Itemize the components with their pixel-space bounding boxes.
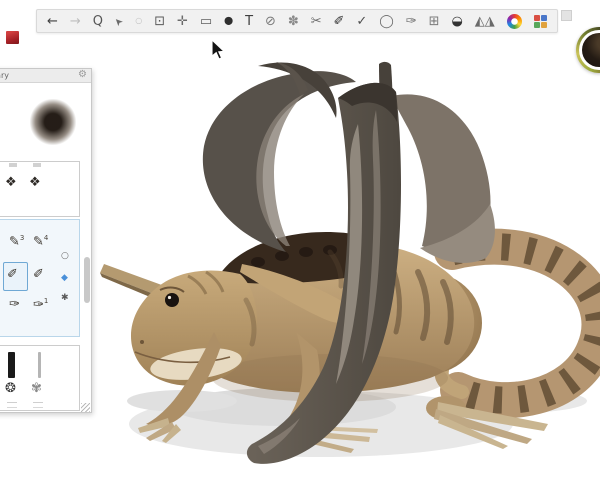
airbrush-selected[interactable]: ✐ [7, 268, 18, 281]
app-window: ← → Q ➤ ○ ⊡ ✛ ▭ ⬤ T ⊘ ✽ ✂ ✐ ✓ ◯ ✑ ⊞ ◒ ◭◮ Library ⚙ ❖ ❖ ✎3 ✎… [0, 0, 600, 500]
panel-title: Library [0, 71, 9, 80]
zoom-icon[interactable]: Q [93, 15, 103, 28]
fill-lasso-icon[interactable]: ⬤ [224, 17, 233, 25]
text-icon[interactable]: T [245, 15, 253, 28]
transform-move-icon[interactable]: ✛ [177, 15, 188, 28]
brush-group-2-selected: ✎3 ✎4 ✐ ✐ ✑ ✑1 ○ ◆ ✱ [0, 219, 80, 337]
cut-icon[interactable]: ✂ [311, 15, 322, 28]
dot-icon[interactable]: ○ [135, 17, 142, 25]
marquee-rect-icon[interactable]: ▭ [200, 15, 212, 28]
symmetry-triangles-icon[interactable]: ◭◮ [475, 15, 495, 28]
faint-label-mark [7, 402, 17, 408]
eraser-icon[interactable]: ⊘ [265, 15, 276, 28]
crop-icon[interactable]: ⊡ [154, 15, 165, 28]
mini-gear-icon[interactable]: ✱ [61, 294, 69, 303]
brush-stroke-preview [30, 99, 76, 145]
pen-icon[interactable]: ✑ [406, 15, 417, 28]
panel-scrollbar-thumb[interactable] [84, 257, 90, 303]
redo-icon[interactable]: → [70, 15, 81, 28]
toolbar-corner-tab[interactable] [561, 10, 572, 21]
panel-header[interactable]: Library ⚙ [0, 69, 91, 83]
polyline-icon[interactable]: ✓ [356, 15, 367, 28]
brush-library-panel: Library ⚙ ❖ ❖ ✎3 ✎4 ✐ ✐ ✑ ✑1 ○ ◆ ✱ [0, 68, 92, 413]
brush-group-1: ❖ ❖ [0, 161, 80, 217]
red-indicator-square[interactable] [6, 31, 19, 44]
mini-diamond-icon[interactable]: ◆ [61, 274, 68, 283]
brush-stamp-icon[interactable]: ❖ [5, 176, 17, 189]
clipped-brush-icon [9, 163, 17, 167]
main-toolbar: ← → Q ➤ ○ ⊡ ✛ ▭ ⬤ T ⊘ ✽ ✂ ✐ ✓ ◯ ✑ ⊞ ◒ ◭◮ [36, 9, 558, 33]
mouse-cursor [211, 39, 227, 65]
texture-flower-icon[interactable]: ✾ [31, 382, 42, 395]
pencil-4-brush[interactable]: ✎4 [33, 235, 48, 248]
paint-brush-1[interactable]: ✑ [9, 298, 20, 311]
brush-group-3: ❂ ✾ [0, 345, 80, 411]
clipped-brush-icon [33, 163, 41, 167]
brush-stamp-icon[interactable]: ❖ [29, 176, 41, 189]
palette-grid-icon[interactable] [534, 15, 547, 28]
paint-brush-2[interactable]: ✑1 [33, 298, 48, 311]
airbrush-2[interactable]: ✐ [33, 268, 44, 281]
mini-circle-icon[interactable]: ○ [61, 252, 69, 261]
ellipse-icon[interactable]: ◯ [379, 15, 394, 28]
undo-icon[interactable]: ← [47, 15, 58, 28]
panel-resize-grip[interactable] [81, 403, 90, 412]
panel-settings-gear-icon[interactable]: ⚙ [78, 70, 87, 80]
brush-icon[interactable]: ✐ [334, 15, 345, 28]
thin-stroke-swatch[interactable] [38, 352, 41, 378]
bucket-fill-icon[interactable]: ◒ [452, 15, 463, 28]
select-cursor-icon[interactable]: ➤ [113, 14, 126, 27]
pattern-flower-icon[interactable]: ✽ [288, 15, 299, 28]
texture-gear-icon[interactable]: ❂ [5, 382, 16, 395]
solid-stroke-swatch[interactable] [8, 352, 15, 378]
pencil-3-brush[interactable]: ✎3 [9, 235, 24, 248]
faint-label-mark [33, 402, 43, 408]
shapes-icon[interactable]: ⊞ [429, 15, 440, 28]
color-wheel-icon[interactable] [507, 14, 522, 29]
